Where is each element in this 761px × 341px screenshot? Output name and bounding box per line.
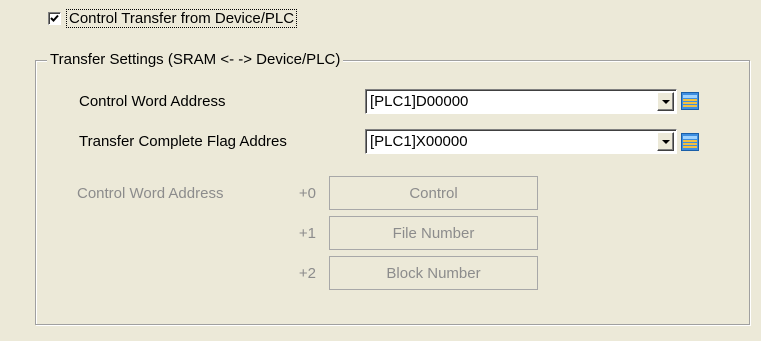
word-map-field-control: Control [329, 176, 538, 210]
control-word-address-dropdown-button[interactable] [657, 92, 674, 111]
transfer-settings-legend: Transfer Settings (SRAM <- -> Device/PLC… [47, 51, 344, 69]
transfer-complete-flag-value: [PLC1]X00000 [370, 133, 468, 150]
word-map-field-label: Block Number [386, 264, 481, 282]
control-transfer-label[interactable]: Control Transfer from Device/PLC [65, 8, 298, 28]
address-book-icon[interactable] [681, 133, 699, 151]
control-transfer-checkbox[interactable] [48, 11, 61, 25]
word-map-field-block-number: Block Number [329, 256, 538, 290]
word-map-offset: +1 [298, 225, 316, 242]
address-book-icon[interactable] [681, 92, 699, 110]
control-word-address-value: [PLC1]D00000 [370, 93, 469, 110]
transfer-complete-flag-label: Transfer Complete Flag Addres [79, 133, 287, 150]
word-map-field-label: File Number [392, 224, 475, 242]
transfer-complete-flag-combo[interactable]: [PLC1]X00000 [365, 129, 677, 154]
word-map-offset: +0 [298, 185, 316, 202]
word-map-field-file-number: File Number [329, 216, 538, 250]
chevron-down-icon [661, 139, 670, 144]
chevron-down-icon [661, 99, 670, 104]
transfer-complete-flag-dropdown-button[interactable] [657, 132, 674, 151]
word-map-offset: +2 [298, 265, 316, 282]
control-word-address-combo[interactable]: [PLC1]D00000 [365, 89, 677, 114]
word-map-label: Control Word Address [77, 185, 224, 202]
control-word-address-label: Control Word Address [79, 93, 226, 110]
control-transfer-checkbox-row[interactable]: Control Transfer from Device/PLC [48, 8, 298, 28]
word-map-field-label: Control [409, 184, 458, 202]
checkmark-icon [50, 14, 59, 22]
